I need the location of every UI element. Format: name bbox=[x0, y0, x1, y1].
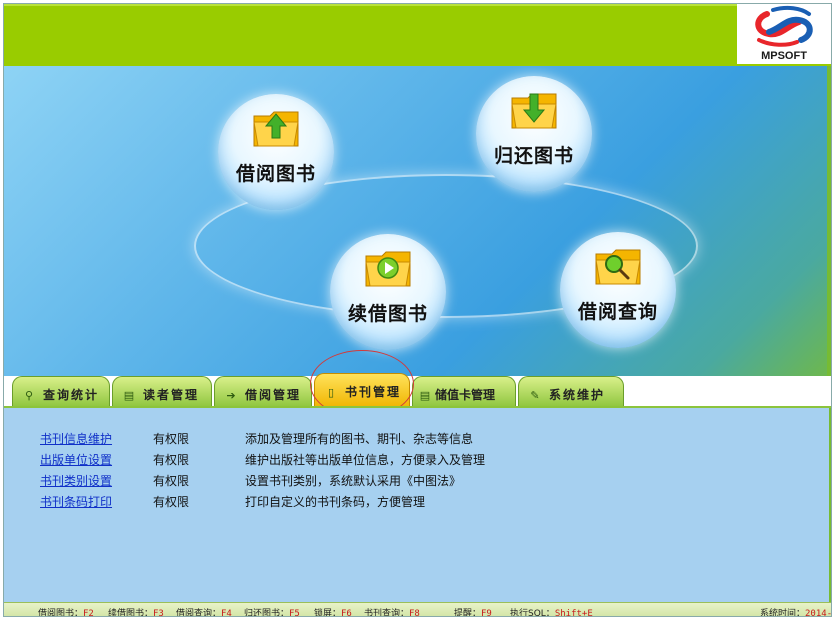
book-info-maintenance-link[interactable]: 书刊信息维护 bbox=[40, 430, 140, 447]
folder-down-arrow-icon bbox=[511, 93, 557, 129]
header-bar: MPSOFT bbox=[4, 4, 831, 66]
publisher-settings-link[interactable]: 出版单位设置 bbox=[40, 451, 140, 468]
permission-text: 有权限 bbox=[153, 432, 190, 446]
folder-up-arrow-icon bbox=[253, 111, 299, 147]
shortcut-lock-screen: 锁屏：F6 bbox=[314, 609, 352, 617]
description-text: 设置书刊类别，系统默认采用《中图法》 bbox=[245, 474, 462, 488]
shortcut-book-query: 书刊查询：F8 bbox=[364, 609, 420, 617]
return-books-button[interactable]: 归还图书 bbox=[476, 76, 592, 192]
bubble-label: 归还图书 bbox=[493, 145, 574, 167]
shortcut-execute-sql: 执行SQL：Shift+E bbox=[510, 609, 593, 617]
bubble-label: 借阅图书 bbox=[235, 163, 316, 185]
shortcut-return: 归还图书：F5 bbox=[244, 609, 300, 617]
folder-search-icon bbox=[595, 249, 641, 285]
shortcut-reminder: 提醒：F9 bbox=[454, 609, 492, 617]
shortcut-borrow-query: 借阅查询：F4 bbox=[176, 609, 232, 617]
tab-reader-management[interactable]: ▤ 读者管理 bbox=[112, 376, 212, 408]
borrow-books-button[interactable]: 借阅图书 bbox=[218, 94, 334, 210]
wrench-icon: ✎ bbox=[530, 389, 540, 402]
shortcut-renew: 续借图书：F3 bbox=[108, 609, 164, 617]
tab-system-maintenance[interactable]: ✎ 系统维护 bbox=[518, 376, 624, 408]
card-icon: ▤ bbox=[419, 389, 431, 402]
main-panel: 借阅图书 归还图书 续借图书 借阅查询 bbox=[4, 66, 831, 376]
tab-query-stats[interactable]: ⚲ 查询统计 bbox=[12, 376, 110, 408]
brand-name: MPSOFT bbox=[761, 50, 807, 62]
description-text: 维护出版社等出版单位信息，方便录入及管理 bbox=[245, 453, 486, 467]
tab-stored-value-card[interactable]: ▤ 储值卡管理 bbox=[412, 376, 516, 408]
shortcut-borrow: 借阅图书：F2 bbox=[38, 609, 94, 617]
document-icon: ▤ bbox=[123, 389, 135, 402]
folder-play-icon bbox=[365, 251, 411, 287]
permission-text: 有权限 bbox=[153, 495, 190, 509]
permission-text: 有权限 bbox=[153, 453, 190, 467]
mpsoft-logo: MPSOFT bbox=[737, 4, 831, 64]
description-text: 打印自定义的书刊条码，方便管理 bbox=[245, 495, 426, 509]
borrow-query-button[interactable]: 借阅查询 bbox=[560, 232, 676, 348]
tab-book-management[interactable]: ▯ 书刊管理 bbox=[314, 373, 410, 408]
barcode-print-link[interactable]: 书刊条码打印 bbox=[40, 493, 140, 510]
description-text: 添加及管理所有的图书、期刊、杂志等信息 bbox=[245, 432, 474, 446]
search-icon: ⚲ bbox=[24, 389, 34, 402]
logo-swirl-icon bbox=[755, 5, 813, 47]
status-bar: 借阅图书：F2 续借图书：F3 借阅查询：F4 归还图书：F5 锁屏：F6 书刊… bbox=[4, 602, 832, 617]
tab-borrow-management[interactable]: ➔ 借阅管理 bbox=[214, 376, 312, 408]
bubble-label: 续借图书 bbox=[347, 303, 428, 325]
system-time: 系统时间：2014- bbox=[760, 609, 832, 617]
tab-bar: ⚲ 查询统计 ▤ 读者管理 ➔ 借阅管理 ▯ 书刊管理 ▤ 储值卡管理 ✎ 系统维护 bbox=[4, 372, 831, 410]
app-window: MPSOFT 借阅图书 归还图书 续借图书 借阅查询 ⚲ 查询统计 ▤ 读者管理… bbox=[3, 3, 832, 617]
page-icon: ▯ bbox=[327, 386, 335, 399]
bubble-label: 借阅查询 bbox=[577, 301, 658, 323]
content-panel: 书刊信息维护 有权限 添加及管理所有的图书、期刊、杂志等信息 出版单位设置 有权… bbox=[4, 406, 831, 604]
book-category-settings-link[interactable]: 书刊类别设置 bbox=[40, 472, 140, 489]
arrow-right-icon: ➔ bbox=[226, 389, 236, 402]
permission-text: 有权限 bbox=[153, 474, 190, 488]
renew-books-button[interactable]: 续借图书 bbox=[330, 234, 446, 350]
